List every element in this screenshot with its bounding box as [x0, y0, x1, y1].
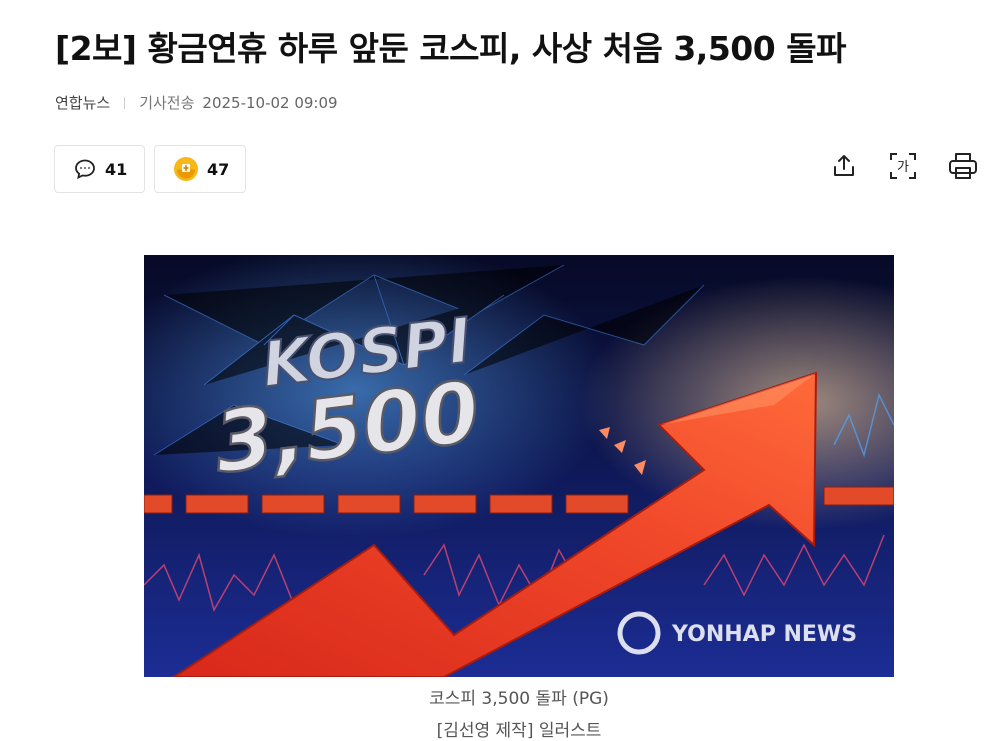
- print-icon: [949, 153, 977, 179]
- article-meta: 연합뉴스 기사전송 2025-10-02 09:09: [55, 92, 338, 113]
- reaction-count: 47: [207, 159, 230, 179]
- print-button[interactable]: [947, 150, 979, 182]
- article-photo: KOSPI 3,500 YONHAP NEWS: [144, 255, 894, 677]
- comments-button[interactable]: 41: [54, 145, 145, 193]
- photo-credit: [김선영 제작] 일러스트: [436, 721, 602, 741]
- photo-caption: 코스피 3,500 돌파 (PG): [429, 689, 609, 709]
- font-size-icon: 가: [890, 153, 916, 179]
- date-label: 기사전송: [139, 94, 195, 112]
- share-icon: [834, 155, 854, 176]
- reactions-button[interactable]: 47: [154, 145, 246, 193]
- published-date: 2025-10-02 09:09: [202, 93, 338, 112]
- comment-icon: [73, 157, 97, 181]
- comment-count: 41: [105, 159, 128, 179]
- font-size-button[interactable]: 가: [887, 150, 919, 182]
- news-source[interactable]: 연합뉴스: [55, 92, 110, 113]
- reaction-emoji-icon: [173, 156, 199, 182]
- watermark-text: YONHAP NEWS: [671, 622, 857, 647]
- svg-text:가: 가: [897, 160, 909, 175]
- share-button[interactable]: [828, 150, 860, 182]
- meta-divider: [124, 96, 126, 109]
- article-title: [2보] 황금연휴 하루 앞둔 코스피, 사상 처음 3,500 돌파: [55, 29, 846, 68]
